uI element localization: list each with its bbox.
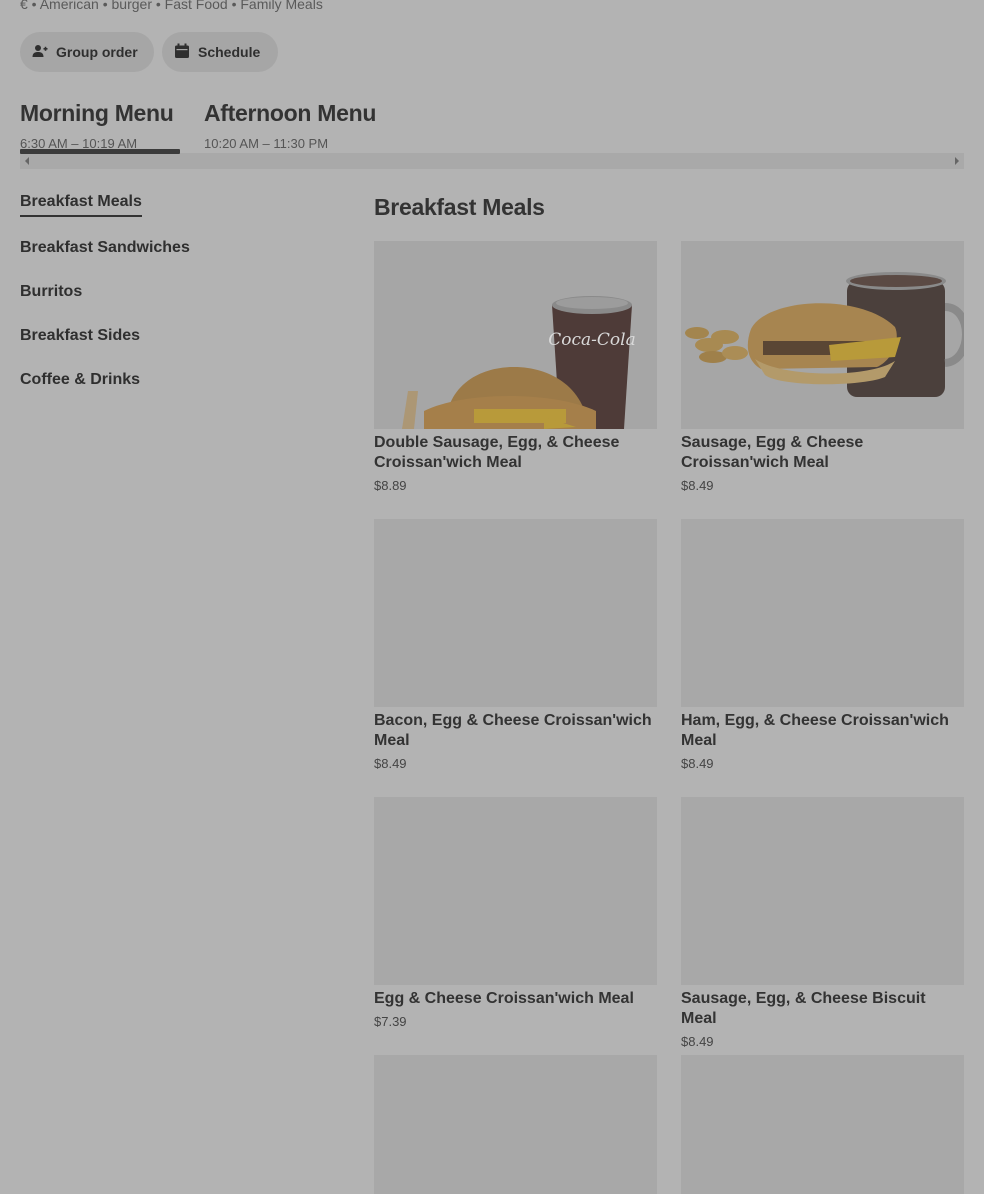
sidebar-item-breakfast-sandwiches[interactable]: Breakfast Sandwiches: [20, 239, 190, 257]
product-price: $7.39: [374, 1014, 407, 1029]
product-name: Sausage, Egg & Cheese Croissan'wich Meal: [681, 434, 864, 471]
menu-item-card[interactable]: Egg & Cheese Croissan'wich Meal $7.39: [374, 797, 657, 1029]
product-price: $8.89: [374, 478, 407, 493]
product-name: Sausage, Egg, & Cheese Biscuit Meal: [681, 990, 926, 1027]
product-image: [681, 241, 964, 429]
menu-item-card[interactable]: [681, 1055, 964, 1194]
tab-morning-menu[interactable]: Morning Menu 6:30 AM – 10:19 AM: [20, 100, 174, 151]
product-image: [681, 519, 964, 707]
sidebar-item-coffee-drinks[interactable]: Coffee & Drinks: [20, 371, 140, 389]
tab-afternoon-menu[interactable]: Afternoon Menu 10:20 AM – 11:30 PM: [204, 100, 376, 151]
product-image: [374, 797, 657, 985]
product-image: [374, 519, 657, 707]
menu-item-card[interactable]: [374, 1055, 657, 1194]
store-tags: € • American • burger • Fast Food • Fami…: [20, 0, 323, 12]
horizontal-scrollbar[interactable]: [20, 153, 964, 169]
calendar-icon: [174, 43, 190, 62]
product-price: $8.49: [374, 756, 407, 771]
product-image: Coca-Cola: [374, 241, 657, 429]
menu-title: Afternoon Menu: [204, 100, 377, 126]
menu-item-card[interactable]: Sausage, Egg, & Cheese Biscuit Meal $8.4…: [681, 797, 964, 1049]
menu-item-card[interactable]: Ham, Egg, & Cheese Croissan'wich Meal $8…: [681, 519, 964, 771]
product-image: [681, 797, 964, 985]
menu-item-card[interactable]: Coca-Cola Double Sausage, Egg, & Cheese …: [374, 241, 657, 493]
product-price: $8.49: [681, 756, 714, 771]
cup-logo: Coca-Cola: [548, 330, 635, 350]
product-image: [681, 1055, 964, 1194]
scroll-left-icon[interactable]: [25, 157, 29, 165]
scroll-right-icon[interactable]: [955, 157, 959, 165]
sidebar-item-breakfast-meals[interactable]: Breakfast Meals: [20, 193, 142, 217]
product-name: Egg & Cheese Croissan'wich Meal: [374, 990, 634, 1007]
sidebar-item-breakfast-sides[interactable]: Breakfast Sides: [20, 327, 140, 345]
product-name: Ham, Egg, & Cheese Croissan'wich Meal: [681, 712, 949, 749]
add-person-icon: [32, 43, 48, 62]
menu-item-card[interactable]: Sausage, Egg & Cheese Croissan'wich Meal…: [681, 241, 964, 493]
product-name: Double Sausage, Egg, & Cheese Croissan'w…: [374, 434, 620, 471]
menu-hours: 10:20 AM – 11:30 PM: [204, 136, 329, 151]
menu-item-card[interactable]: Bacon, Egg & Cheese Croissan'wich Meal $…: [374, 519, 657, 771]
section-title: Breakfast Meals: [374, 194, 545, 220]
product-name: Bacon, Egg & Cheese Croissan'wich Meal: [374, 712, 652, 749]
sidebar-item-burritos[interactable]: Burritos: [20, 283, 82, 301]
schedule-button[interactable]: Schedule: [162, 32, 278, 72]
product-image: [374, 1055, 657, 1194]
group-order-label: Group order: [56, 44, 138, 60]
active-tab-indicator: [20, 149, 180, 154]
product-price: $8.49: [681, 1034, 714, 1049]
menu-title: Morning Menu: [20, 100, 174, 126]
schedule-label: Schedule: [198, 44, 261, 60]
group-order-button[interactable]: Group order: [20, 32, 154, 72]
product-price: $8.49: [681, 478, 714, 493]
